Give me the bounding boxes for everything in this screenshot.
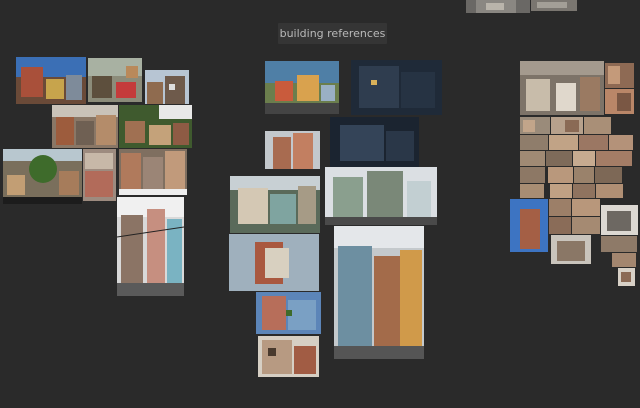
reference-image-top-partial-1[interactable] — [466, 0, 530, 13]
reference-image-blue-facade[interactable] — [256, 292, 321, 334]
reference-image-green-hill-houses[interactable] — [119, 105, 192, 148]
reference-image-dense-hillside[interactable] — [520, 61, 604, 115]
reference-image-pink-houses[interactable] — [83, 149, 116, 201]
reference-image-grid-21[interactable] — [572, 199, 600, 216]
reference-image-top-partial-2[interactable] — [531, 0, 577, 11]
reference-image-grid-10[interactable] — [573, 151, 595, 166]
reference-image-grid-17[interactable] — [550, 184, 572, 198]
reference-image-grid-26[interactable] — [618, 268, 635, 286]
reference-image-grid-16[interactable] — [520, 184, 544, 198]
reference-image-grid-12[interactable] — [520, 167, 545, 183]
board-title[interactable]: building references — [278, 23, 387, 44]
reference-image-night-render[interactable] — [351, 60, 442, 115]
reference-image-grid-22[interactable] — [549, 217, 571, 234]
reference-image-grid-25[interactable] — [612, 253, 636, 267]
reference-image-grid-23[interactable] — [572, 217, 600, 234]
reference-image-balcony-cluster[interactable] — [325, 167, 437, 225]
reference-image-3d-model[interactable] — [229, 234, 319, 291]
reference-image-grid-5[interactable] — [549, 135, 578, 150]
reference-image-grid-13[interactable] — [548, 167, 573, 183]
reference-image-thumb-r2[interactable] — [605, 89, 634, 114]
reference-image-grid-6[interactable] — [579, 135, 608, 150]
reference-image-brick-favela[interactable] — [52, 105, 118, 148]
reference-image-grid-8[interactable] — [520, 151, 545, 166]
reference-image-grid-1[interactable] — [520, 117, 550, 134]
reference-image-stacked-houses-sky[interactable] — [145, 70, 189, 104]
reference-image-grid-18[interactable] — [573, 184, 595, 198]
reference-image-tree-slum[interactable] — [3, 149, 82, 204]
reference-image-grid-19[interactable] — [596, 184, 623, 198]
reference-image-street-market[interactable] — [88, 58, 142, 102]
reference-image-colorful-hillside[interactable] — [16, 57, 86, 104]
reference-image-tall-favela[interactable] — [334, 226, 424, 359]
reference-image-old-house[interactable] — [258, 336, 319, 377]
reference-image-grid-4[interactable] — [520, 135, 548, 150]
reference-image-colorful-town[interactable] — [265, 61, 339, 114]
reference-image-grid-2[interactable] — [551, 117, 583, 134]
reference-image-grid-15[interactable] — [595, 167, 622, 183]
reference-image-wired-street[interactable] — [117, 197, 184, 296]
reference-image-blue-sky-tower[interactable] — [510, 199, 548, 252]
reference-image-rusty-tower[interactable] — [265, 131, 320, 169]
reference-image-grid-14[interactable] — [574, 167, 594, 183]
reference-image-sketch-house[interactable] — [601, 205, 638, 235]
reference-image-grid-9[interactable] — [546, 151, 572, 166]
reference-board[interactable]: building references — [0, 0, 640, 408]
reference-image-grid-7[interactable] — [609, 135, 633, 150]
reference-image-grid-3[interactable] — [584, 117, 611, 134]
reference-image-cantilever-houses[interactable] — [230, 176, 320, 233]
reference-image-ruined-house[interactable] — [551, 235, 591, 264]
reference-image-grid-24[interactable] — [601, 236, 637, 252]
reference-image-grid-20[interactable] — [549, 199, 571, 216]
reference-image-thumb-r1[interactable] — [605, 63, 634, 88]
reference-image-grid-11[interactable] — [596, 151, 632, 166]
reference-image-urban-block[interactable] — [119, 149, 187, 195]
reference-image-dark-concept[interactable] — [330, 117, 419, 167]
